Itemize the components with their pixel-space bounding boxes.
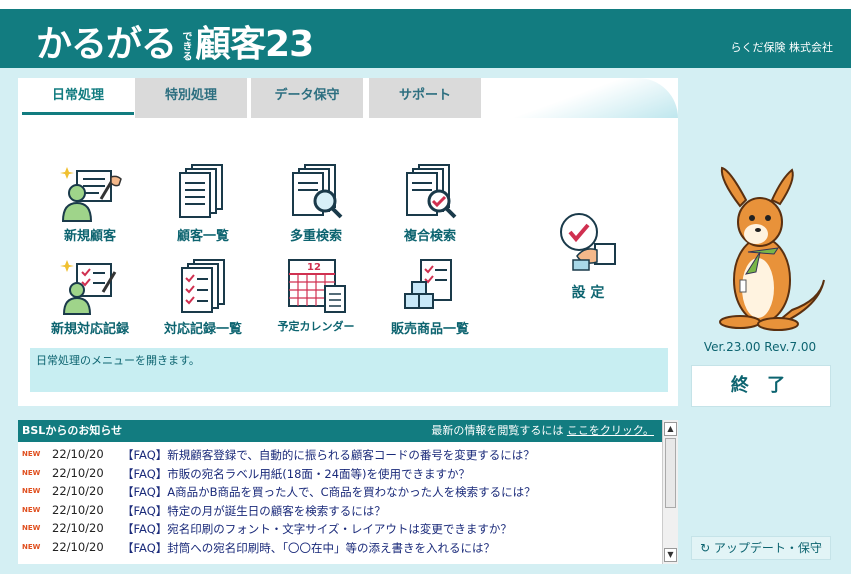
tab-bar-decoration <box>485 78 678 118</box>
app-header: かるがる できる 顧客23 らくだ保険 株式会社 <box>0 0 851 68</box>
calendar-button[interactable]: 12 予定カレンダー <box>266 258 366 334</box>
news-list: NEW 22/10/20 【FAQ】新規顧客登録で、自動的に振られる顧客コードの番号… <box>18 446 662 557</box>
news-text: 【FAQ】特定の月が誕生日の顧客を検索するには？ <box>122 503 386 518</box>
news-panel: BSLからのお知らせ 最新の情報を閲覧するには ここをクリック。 NEW 22/1… <box>18 420 678 564</box>
logo-main-text: かるがる <box>36 24 177 65</box>
customer-list-label: 顧客一覧 <box>176 229 229 244</box>
tab-special[interactable]: 特別処理 <box>135 78 247 118</box>
settings-icon <box>560 213 616 271</box>
new-badge: NEW <box>22 505 41 514</box>
customer-list-icon <box>179 164 223 218</box>
scroll-up-arrow-icon[interactable]: ▲ <box>664 422 677 436</box>
kangaroo-icon <box>719 166 825 331</box>
news-date: 22/10/20 <box>52 539 104 554</box>
multi-search-button[interactable]: 多重検索 <box>266 163 366 244</box>
news-date: 22/10/20 <box>52 465 104 480</box>
new-badge: NEW <box>22 468 41 477</box>
new-badge: NEW <box>22 542 41 551</box>
news-text: 【FAQ】宛名印刷のフォント・文字サイズ・レイアウトは変更できますか？ <box>122 522 512 536</box>
combined-search-icon <box>406 164 457 219</box>
record-list-label: 対応記録一覧 <box>163 322 242 337</box>
news-text: 【FAQ】A商品かB商品を買った人で、C商品を買わなかった人を検索するには？ <box>122 485 536 499</box>
news-link-text: 最新の情報を閲覧するには ここをクリック。 <box>431 420 654 442</box>
menu-description: 日常処理のメニューを開きます。 <box>30 348 668 392</box>
news-item[interactable]: NEW 22/10/20 【FAQ】宛名印刷のフォント・文字サイズ・レイアウトは変更… <box>18 520 662 539</box>
news-scrollbar[interactable]: ▲ ▼ <box>662 420 678 564</box>
new-badge: NEW <box>22 524 41 532</box>
new-customer-icon <box>60 167 122 222</box>
news-text: 【FAQ】封筒への宛名印刷時、「〇〇在中」等の添え書きを入れるには？ <box>122 540 496 555</box>
settings-label: 設 定 <box>571 285 605 301</box>
new-record-icon <box>60 260 117 315</box>
kangaroo-mascot-image <box>700 160 830 335</box>
calendar-icon-number: 12 <box>307 262 321 273</box>
news-date: 22/10/20 <box>52 502 104 517</box>
product-list-label: 販売商品一覧 <box>390 322 469 337</box>
news-item[interactable]: NEW 22/10/20 【FAQ】特定の月が誕生日の顧客を検索するには？ <box>18 502 662 521</box>
update-maintenance-button[interactable]: ↻ アップデート・保守 <box>691 536 831 560</box>
tab-support[interactable]: サポート <box>369 78 481 118</box>
new-badge: NEW <box>22 450 41 458</box>
new-record-button[interactable]: 新規対応記録 <box>40 258 140 337</box>
news-header: BSLからのお知らせ 最新の情報を閲覧するには ここをクリック。 <box>18 420 662 442</box>
version-text: Ver.23.00 Rev.7.00 <box>703 340 817 354</box>
new-record-label: 新規対応記録 <box>50 322 129 337</box>
tab-bar: 日常処理 特別処理 データ保守 サポート <box>18 78 678 118</box>
new-customer-label: 新規顧客 <box>63 229 116 244</box>
scroll-thumb[interactable] <box>665 438 676 508</box>
news-date: 22/10/20 <box>52 521 104 535</box>
tab-data-maintenance[interactable]: データ保守 <box>251 78 363 118</box>
news-link-prefix: 最新の情報を閲覧するには <box>431 424 564 437</box>
product-list-icon <box>404 259 452 309</box>
news-item[interactable]: NEW 22/10/20 【FAQ】新規顧客登録で、自動的に振られる顧客コードの番号… <box>18 446 662 465</box>
news-text: 【FAQ】市販の宛名ラベル用紙(18面・24面等)を使用できますか？ <box>122 466 471 481</box>
exit-button[interactable]: 終 了 <box>691 365 831 407</box>
news-link[interactable]: ここをクリック。 <box>567 424 654 437</box>
news-item[interactable]: NEW 22/10/20 【FAQ】A商品かB商品を買った人で、C商品を買わなかった… <box>18 483 662 502</box>
scroll-down-arrow-icon[interactable]: ▼ <box>664 548 677 562</box>
news-date: 22/10/20 <box>52 447 104 461</box>
settings-button[interactable]: 設 定 <box>538 210 638 302</box>
logo-suffix-text: 顧客23 <box>195 24 314 65</box>
record-list-button[interactable]: 対応記録一覧 <box>153 258 253 337</box>
company-name: らくだ保険 株式会社 <box>730 41 834 54</box>
record-list-icon <box>181 259 225 313</box>
new-badge: NEW <box>22 487 41 495</box>
new-customer-button[interactable]: 新規顧客 <box>40 163 140 244</box>
tab-daily[interactable]: 日常処理 <box>22 78 134 115</box>
logo-small-text: できる <box>180 31 192 61</box>
news-title: BSLからのお知らせ <box>22 424 123 437</box>
news-text: 【FAQ】新規顧客登録で、自動的に振られる顧客コードの番号を変更するには？ <box>122 448 535 462</box>
calendar-label: 予定カレンダー <box>277 320 355 333</box>
news-item[interactable]: NEW 22/10/20 【FAQ】市販の宛名ラベル用紙(18面・24面等)を使用で… <box>18 465 662 484</box>
combined-search-label: 複合検索 <box>403 229 456 244</box>
news-item[interactable]: NEW 22/10/20 【FAQ】封筒への宛名印刷時、「〇〇在中」等の添え書きを入… <box>18 539 662 558</box>
customer-list-button[interactable]: 顧客一覧 <box>153 163 253 244</box>
product-list-button[interactable]: 販売商品一覧 <box>380 258 480 337</box>
app-logo: かるがる できる 顧客23 <box>36 15 314 67</box>
multi-search-icon <box>292 164 343 219</box>
multi-search-label: 多重検索 <box>289 229 342 244</box>
calendar-icon: 12 <box>288 259 346 313</box>
news-date: 22/10/20 <box>52 484 104 498</box>
main-panel: 日常処理 特別処理 データ保守 サポート 新規顧客 顧客一覧 多重検索 複合検索… <box>18 78 678 406</box>
combined-search-button[interactable]: 複合検索 <box>380 163 480 244</box>
